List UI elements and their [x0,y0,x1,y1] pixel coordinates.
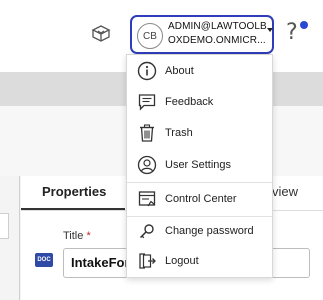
menu-item-trash[interactable]: Trash [127,118,272,148]
account-email: ADMIN@LAWTOOLBOXDEMO.ONMICR... [168,21,267,46]
menu-item-label: Change password [165,225,254,237]
menu-item-logout[interactable]: Logout [127,246,272,276]
avatar: CB [137,23,163,49]
doc-file-icon: DOC [35,253,53,267]
control-center-icon [138,191,156,207]
notification-dot-icon [300,21,308,29]
box-tray-icon[interactable] [90,22,112,44]
menu-item-label: Feedback [165,96,214,108]
info-icon [137,61,157,81]
menu-item-label: User Settings [165,159,232,171]
chevron-down-icon [267,28,273,32]
menu-item-feedback[interactable]: Feedback [127,87,272,117]
menu-item-label: Control Center [165,193,237,205]
logout-icon [139,253,156,269]
key-icon [139,224,154,239]
help-icon[interactable]: ? [286,20,298,46]
left-panel-field[interactable] [0,213,9,239]
tab-review[interactable]: view [272,184,298,199]
menu-item-user-settings[interactable]: User Settings [127,150,272,180]
feedback-icon [138,94,156,111]
user-menu-dropdown: About Feedback Trash User Settings Contr… [126,54,273,278]
menu-item-label: Logout [165,255,199,267]
title-field-label: Title * [63,230,91,242]
account-menu-button[interactable]: CB ADMIN@LAWTOOLBOXDEMO.ONMICR... [130,15,274,54]
user-icon [137,155,157,175]
menu-item-label: Trash [165,127,193,139]
required-marker: * [86,230,91,242]
menu-item-label: About [165,65,194,77]
title-label-text: Title [63,230,84,242]
menu-item-change-password[interactable]: Change password [127,216,272,246]
menu-item-control-center[interactable]: Control Center [127,184,272,214]
menu-item-about[interactable]: About [127,56,272,86]
tab-properties[interactable]: Properties [42,184,106,199]
trash-icon [140,124,154,142]
menu-separator [127,182,272,183]
